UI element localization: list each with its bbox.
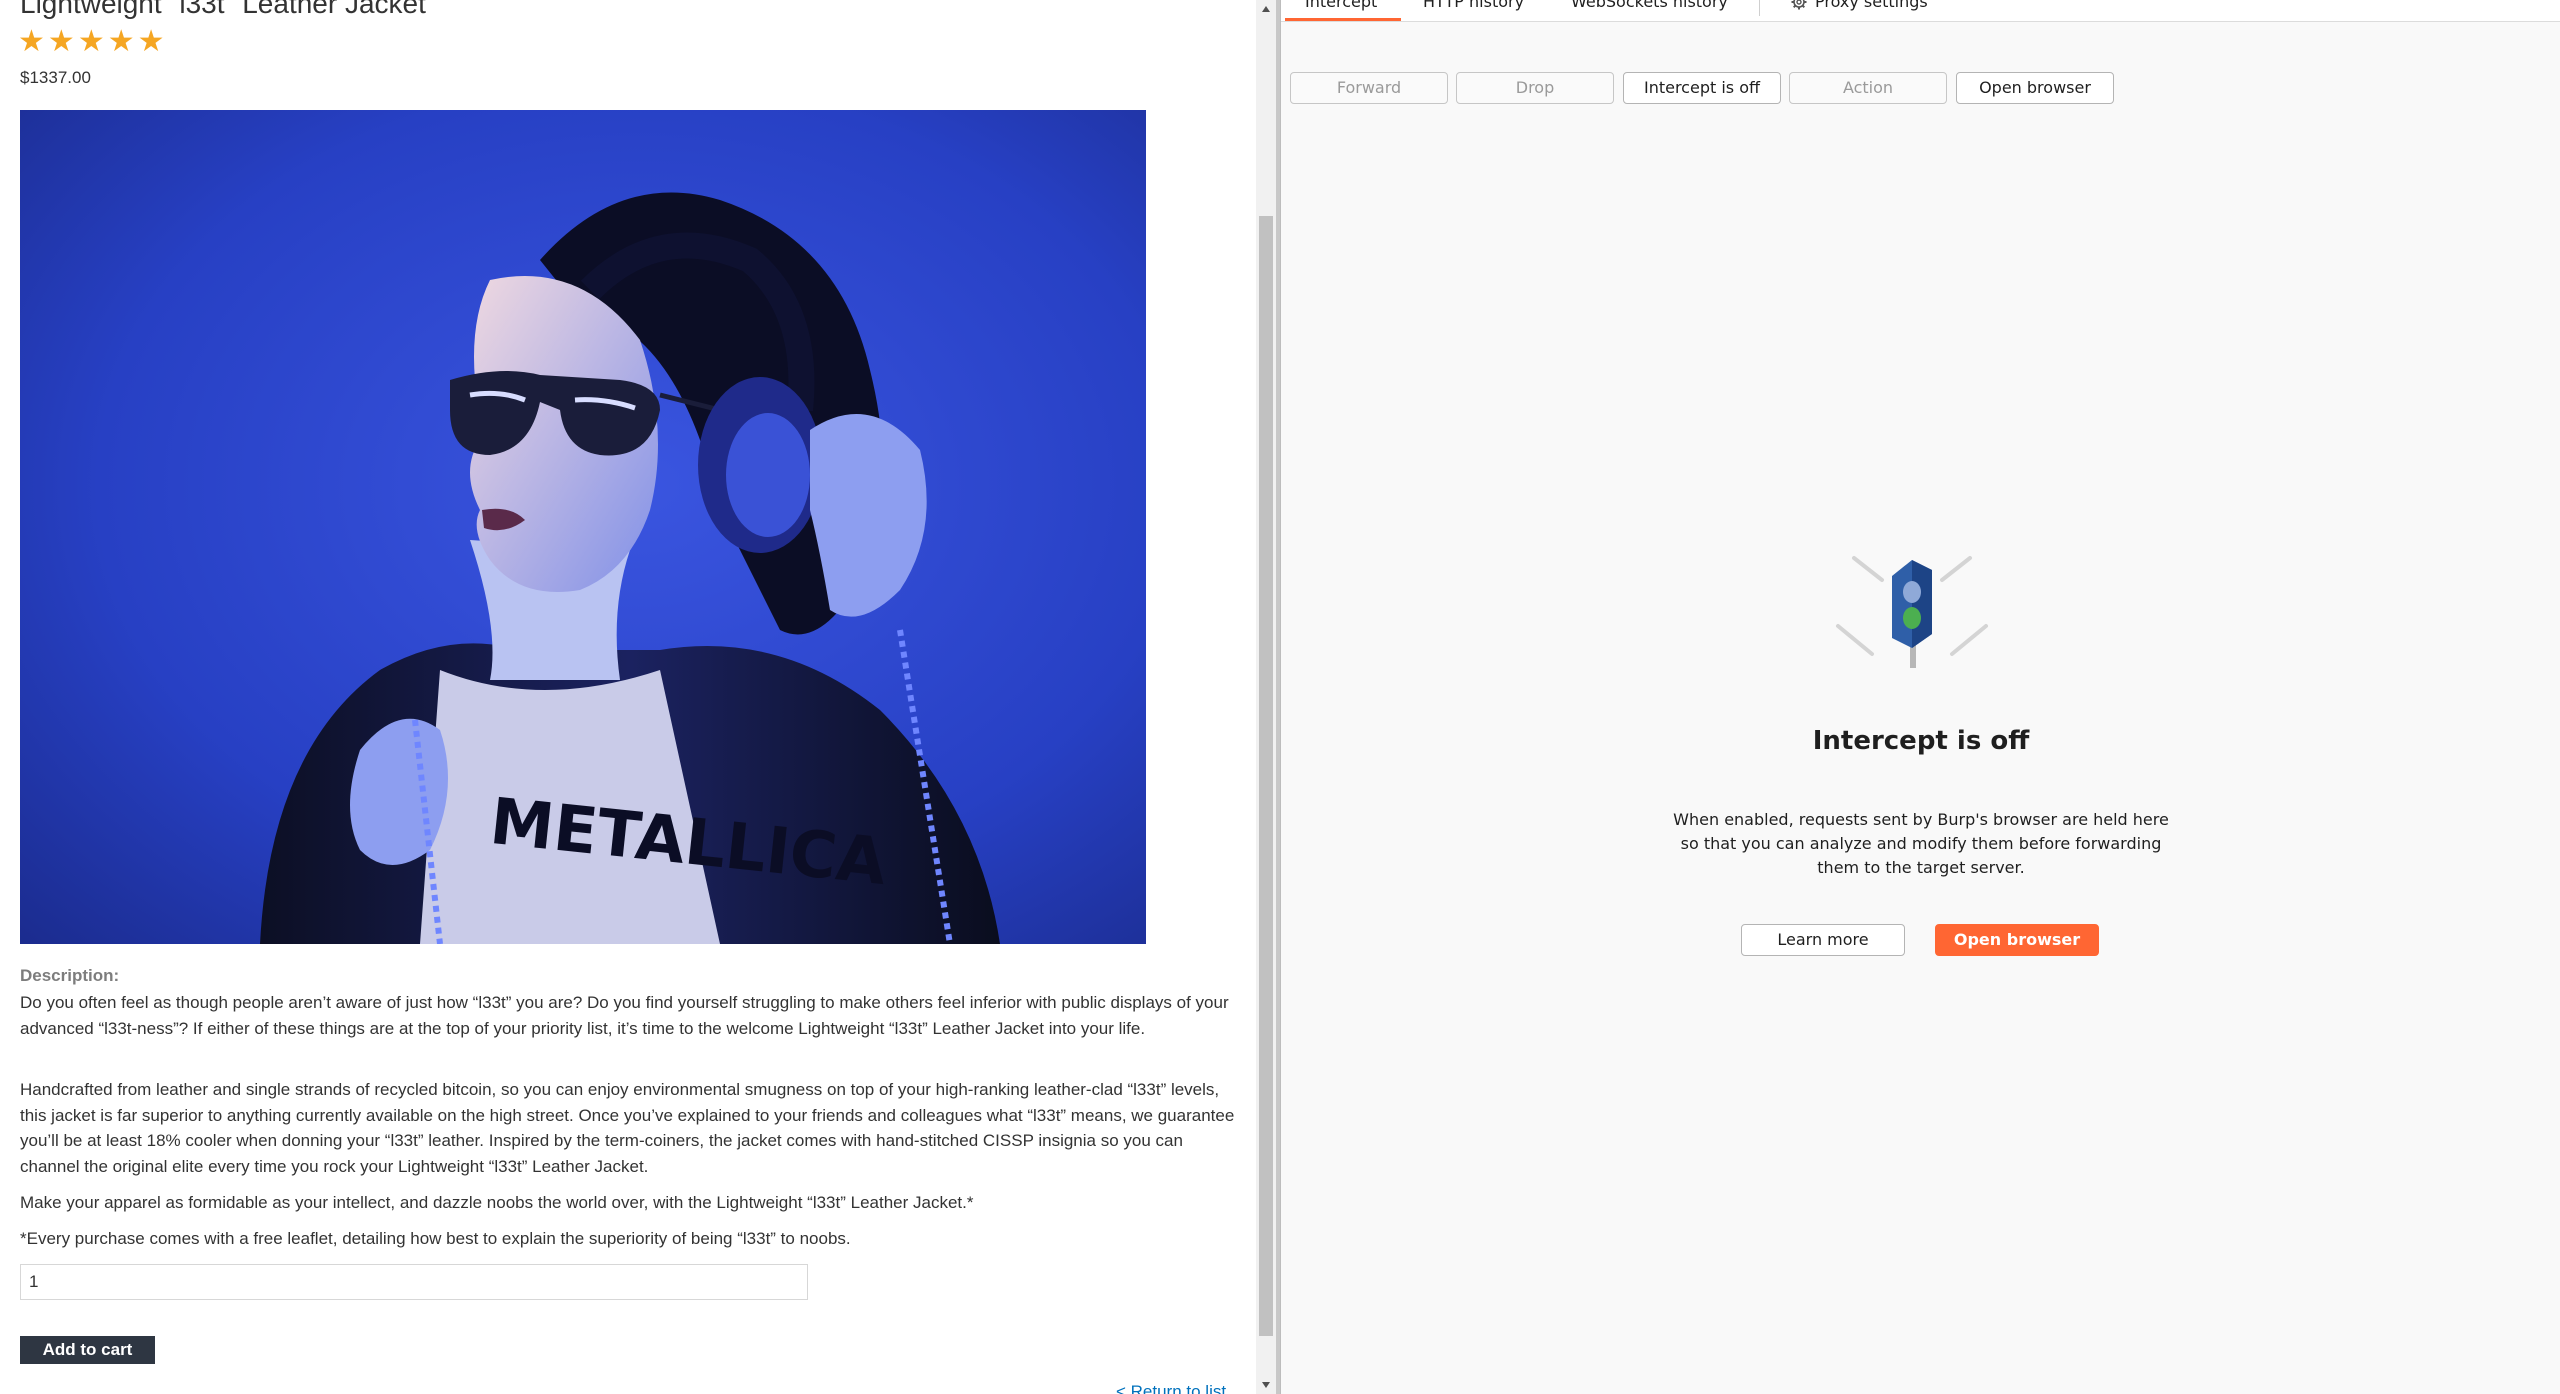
gear-icon [1791, 0, 1807, 9]
description-paragraph: Make your apparel as formidable as your … [20, 1193, 974, 1212]
forward-button[interactable]: Forward [1290, 72, 1448, 104]
product-page: Lightweight "l33t" Leather Jacket ★ ★ ★ … [0, 0, 1256, 1394]
empty-state-title: Intercept is off [1812, 726, 2030, 756]
proxy-tab-bar: Intercept HTTP history WebSockets histor… [1281, 0, 2560, 22]
scroll-down-arrow-icon[interactable] [1262, 1382, 1270, 1388]
return-to-list-link[interactable]: < Return to list [1116, 1382, 1226, 1394]
tab-separator [1759, 0, 1760, 16]
action-button[interactable]: Action [1789, 72, 1947, 104]
open-browser-button[interactable]: Open browser [1956, 72, 2114, 104]
active-tab-indicator [1285, 18, 1401, 21]
learn-more-button[interactable]: Learn more [1741, 924, 1905, 956]
star-icon: ★ [18, 25, 45, 58]
open-browser-cta-button[interactable]: Open browser [1935, 924, 2099, 956]
empty-state-line: them to the target server. [1817, 858, 2025, 877]
product-title: Lightweight "l33t" Leather Jacket [20, 0, 426, 19]
proxy-settings-label: Proxy settings [1815, 0, 1928, 11]
description-footnote: *Every purchase comes with a free leafle… [20, 1229, 851, 1248]
tab-http-history[interactable]: HTTP history [1423, 0, 1524, 11]
description-paragraph: Do you often feel as though people aren’… [20, 993, 1229, 1038]
scroll-up-arrow-icon[interactable] [1262, 6, 1270, 12]
traffic-light-icon [1836, 556, 1988, 668]
product-image: METALLICA [20, 110, 1146, 944]
intercept-toggle-button[interactable]: Intercept is off [1623, 72, 1781, 104]
quantity-input[interactable] [20, 1264, 808, 1300]
star-icon: ★ [77, 25, 105, 58]
description-label: Description: [20, 966, 120, 985]
tab-intercept[interactable]: Intercept [1305, 0, 1377, 11]
product-price: $1337.00 [20, 68, 91, 87]
star-icon: ★ [137, 25, 165, 58]
star-icon: ★ [47, 25, 75, 58]
burp-proxy-panel: Intercept HTTP history WebSockets histor… [1280, 0, 2560, 1394]
star-icon: ★ [107, 25, 135, 58]
tab-proxy-settings[interactable]: Proxy settings [1791, 0, 1928, 11]
empty-state-line: When enabled, requests sent by Burp's br… [1673, 810, 2169, 829]
star-rating: ★ ★ ★ ★ ★ [18, 26, 165, 58]
page-scrollbar[interactable] [1256, 0, 1276, 1394]
scrollbar-thumb[interactable] [1259, 216, 1273, 1336]
empty-state-description: When enabled, requests sent by Burp's br… [1631, 808, 2211, 880]
add-to-cart-button[interactable]: Add to cart [20, 1336, 155, 1364]
drop-button[interactable]: Drop [1456, 72, 1614, 104]
empty-state-line: so that you can analyze and modify them … [1680, 834, 2162, 853]
tab-websockets-history[interactable]: WebSockets history [1571, 0, 1728, 11]
description-paragraph: Handcrafted from leather and single stra… [20, 1080, 1235, 1176]
